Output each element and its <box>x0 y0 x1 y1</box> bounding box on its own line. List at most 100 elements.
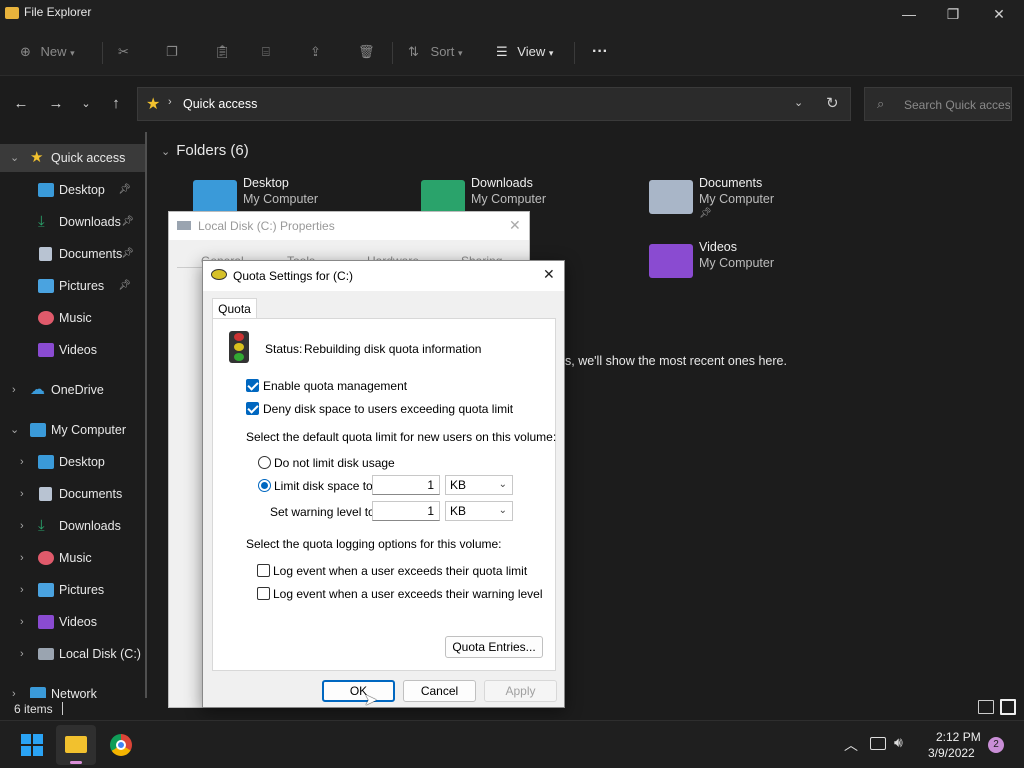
forward-arrow-icon[interactable]: → <box>46 94 66 114</box>
chrome-icon[interactable] <box>110 734 132 756</box>
sidebar-item-onedrive[interactable]: › ☁ OneDrive <box>0 376 147 404</box>
log-limit-label[interactable]: Log event when a user exceeds their quot… <box>273 564 527 578</box>
sidebar-item-label: Music <box>59 311 92 325</box>
enable-quota-label[interactable]: Enable quota management <box>263 379 407 393</box>
sidebar-item-mc-music[interactable]: › Music <box>0 544 147 572</box>
notification-badge[interactable]: 2 <box>988 737 1004 753</box>
pictures-icon <box>38 583 54 597</box>
warning-unit-select[interactable]: KB ⌄ <box>445 501 513 521</box>
limit-disk-label[interactable]: Limit disk space to <box>274 479 373 493</box>
show-hidden-icons-chevron-icon[interactable]: ︿ <box>844 735 858 755</box>
ok-button[interactable]: OK <box>322 680 395 702</box>
sidebar-item-mc-local-disk[interactable]: › Local Disk (C:) <box>0 640 147 668</box>
chevron-right-icon: › <box>12 384 16 396</box>
no-limit-label[interactable]: Do not limit disk usage <box>274 456 395 470</box>
sidebar-item-qa-pictures[interactable]: Pictures 📌︎ <box>0 272 147 300</box>
sidebar-item-quick-access[interactable]: ⌄ ★ Quick access <box>0 144 147 172</box>
toolbar-divider <box>574 42 575 64</box>
details-view-icon[interactable] <box>978 700 994 714</box>
tab-quota[interactable]: Quota <box>212 298 257 319</box>
folder-name: Downloads <box>471 176 533 190</box>
sidebar-item-mc-videos[interactable]: › Videos <box>0 608 147 636</box>
network-icon[interactable] <box>870 737 886 750</box>
enable-quota-checkbox[interactable] <box>246 379 259 392</box>
delete-icon[interactable]: 🗑︎ <box>358 40 375 64</box>
sidebar-item-label: Documents <box>59 487 123 501</box>
sidebar-item-my-computer[interactable]: ⌄ My Computer <box>0 416 147 444</box>
minimize-button[interactable]: — <box>894 4 924 24</box>
up-arrow-icon[interactable]: ↑ <box>106 94 126 114</box>
sidebar-item-mc-pictures[interactable]: › Pictures <box>0 576 147 604</box>
close-button[interactable]: ✕ <box>984 4 1014 24</box>
pin-icon[interactable]: 📌︎ <box>118 272 131 300</box>
sidebar-item-qa-music[interactable]: Music <box>0 304 147 332</box>
quota-entries-button[interactable]: Quota Entries... <box>445 636 543 658</box>
windows-start-icon[interactable] <box>21 734 43 756</box>
sidebar-scrollbar[interactable] <box>145 132 147 698</box>
log-warning-checkbox[interactable] <box>257 587 270 600</box>
view-button[interactable]: ☰ View ▾ <box>496 40 553 64</box>
tiles-view-icon[interactable] <box>1000 699 1016 715</box>
music-icon <box>38 311 54 325</box>
pin-icon[interactable]: 📌︎ <box>118 176 131 204</box>
new-button[interactable]: ⊕ New ▾ <box>20 40 75 64</box>
sidebar-item-mc-downloads[interactable]: › ⤓ Downloads <box>0 512 147 540</box>
close-icon[interactable]: ✕ <box>509 217 521 234</box>
back-arrow-icon[interactable]: ← <box>11 94 31 114</box>
file-explorer-taskbar-button[interactable] <box>56 725 96 765</box>
sort-button[interactable]: ⇅ Sort ▾ <box>408 40 463 64</box>
warning-value-input[interactable]: 1 <box>372 501 440 521</box>
document-icon <box>39 487 52 501</box>
limit-value-input[interactable]: 1 <box>372 475 440 495</box>
apply-button[interactable]: Apply <box>484 680 557 702</box>
chevron-right-icon: › <box>20 584 24 596</box>
dialog-title-bar: Quota Settings for (C:) ✕ <box>203 261 564 291</box>
sidebar-item-qa-desktop[interactable]: Desktop 📌︎ <box>0 176 147 204</box>
sidebar-item-mc-documents[interactable]: › Documents <box>0 480 147 508</box>
limit-disk-radio[interactable] <box>258 479 271 492</box>
chevron-right-icon: › <box>20 520 24 532</box>
refresh-icon[interactable]: ↻ <box>826 94 839 112</box>
pin-icon[interactable]: 📌︎ <box>121 208 134 236</box>
cut-icon[interactable]: ✂ <box>118 40 129 64</box>
deny-space-label[interactable]: Deny disk space to users exceeding quota… <box>263 402 513 416</box>
folders-group-header[interactable]: ⌄ Folders (6) <box>161 142 249 159</box>
log-limit-checkbox[interactable] <box>257 564 270 577</box>
share-icon[interactable]: ⇪ <box>310 40 321 64</box>
clock-date[interactable]: 3/9/2022 <box>928 746 975 760</box>
search-box[interactable]: ⌕ Search Quick access <box>864 87 1012 121</box>
log-warning-label[interactable]: Log event when a user exceeds their warn… <box>273 587 543 601</box>
sidebar-item-network[interactable]: › Network <box>0 680 147 698</box>
sidebar-item-qa-documents[interactable]: Documents 📌︎ <box>0 240 147 268</box>
no-limit-radio[interactable] <box>258 456 271 469</box>
breadcrumb-quick-access[interactable]: Quick access <box>183 97 257 111</box>
sidebar-item-label: Desktop <box>59 183 105 197</box>
videos-folder-icon <box>649 244 693 278</box>
desktop-icon <box>38 183 54 197</box>
folder-tile-videos[interactable]: Videos My Computer <box>649 240 849 296</box>
rename-icon[interactable]: ⌸ <box>262 40 270 64</box>
paste-icon[interactable]: 📋︎ <box>214 40 231 64</box>
limit-unit-select[interactable]: KB ⌄ <box>445 475 513 495</box>
clock-time[interactable]: 2:12 PM <box>936 730 981 744</box>
see-more-button[interactable]: ··· <box>592 40 608 64</box>
sidebar-item-qa-videos[interactable]: Videos <box>0 336 147 364</box>
sort-label: Sort <box>430 44 455 59</box>
disk-drive-icon <box>177 221 191 230</box>
search-icon: ⌕ <box>877 96 885 111</box>
chevron-right-icon: › <box>20 552 24 564</box>
recent-locations-chevron-icon[interactable]: ⌄ <box>76 94 96 114</box>
copy-icon[interactable]: ❐ <box>166 40 178 64</box>
cancel-button[interactable]: Cancel <box>403 680 476 702</box>
sidebar-item-mc-desktop[interactable]: › Desktop <box>0 448 147 476</box>
address-history-chevron-icon[interactable]: ⌄ <box>794 96 803 109</box>
pin-icon[interactable]: 📌︎ <box>121 240 134 268</box>
address-bar[interactable]: ★ › Quick access ⌄ ↻ <box>137 87 851 121</box>
sidebar-item-qa-downloads[interactable]: ⤓ Downloads 📌︎ <box>0 208 147 236</box>
deny-space-checkbox[interactable] <box>246 402 259 415</box>
folder-tile-documents[interactable]: Documents My Computer 📌︎ <box>649 176 849 232</box>
close-icon[interactable]: ✕ <box>543 266 555 283</box>
volume-icon[interactable]: 🔊︎ <box>894 734 903 751</box>
maximize-button[interactable]: ❐ <box>938 4 968 24</box>
chevron-right-icon: › <box>20 648 24 660</box>
